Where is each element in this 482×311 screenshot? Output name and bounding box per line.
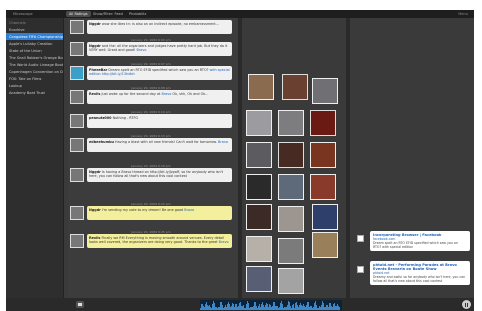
avatar[interactable]	[70, 66, 84, 80]
link-card[interactable]: phtoid.net - Performing Parades at Bravo…	[370, 261, 470, 285]
messages-column[interactable]: Nggdr wow she likes tn: is also on an in…	[68, 18, 238, 298]
message-item: Nggdr wow she likes tn: is also on an in…	[70, 20, 232, 34]
message-author[interactable]: Rexils	[89, 92, 100, 96]
message-author[interactable]: edbeehumbu	[89, 140, 114, 144]
photo-thumbnail[interactable]	[246, 204, 272, 230]
app-window: Microscope All Ratings Show/Filter: Feed…	[6, 10, 474, 311]
message-text: Just woke up for the second day at	[101, 91, 161, 96]
photos-column[interactable]	[242, 18, 346, 298]
message-link[interactable]: Bravo	[137, 48, 147, 52]
sidebar-item[interactable]: Copenhagen Convention on Die	[6, 68, 63, 75]
message-text: I'm sending my vote to my dream! Be one …	[101, 207, 184, 212]
link-title[interactable]: phtoid.net - Performing Parades at Bravo…	[373, 263, 467, 271]
message-item: January 20, 2009 6:22 pm Nggdr I'm sendi…	[70, 202, 232, 220]
photo-thumbnail[interactable]	[278, 238, 304, 264]
message-item: January 20, 2009 6:00 pm Nggdr and the: …	[70, 38, 232, 56]
sidebar-item[interactable]: FOX: Tale on Films	[6, 75, 63, 82]
photo-thumbnail[interactable]	[278, 206, 304, 232]
photo-thumbnail[interactable]	[278, 142, 304, 168]
links-column[interactable]: Incorporating Browser | Facebook faceboo…	[350, 18, 474, 298]
photo-thumbnail[interactable]	[312, 204, 338, 230]
sidebar-item[interactable]: Ecodrive	[6, 26, 63, 33]
avatar[interactable]	[70, 20, 84, 34]
message-link[interactable]: Bravo	[219, 240, 229, 244]
bottom-toolbar	[6, 298, 474, 311]
photo-thumbnail[interactable]	[278, 174, 304, 200]
message-link[interactable]: Bravo	[184, 208, 194, 212]
message-text: and the: all the organizers and judges h…	[89, 43, 228, 52]
message-text: Having a blast with all new friends! Can…	[115, 139, 217, 144]
message-link[interactable]: Bravo	[218, 140, 228, 144]
avatar[interactable]	[70, 114, 84, 128]
photo-thumbnail[interactable]	[246, 142, 272, 168]
photo-thumbnail[interactable]	[248, 74, 274, 100]
app-title: Microscope	[13, 12, 33, 16]
tab-show-filter[interactable]: Show/Filter: Feed	[90, 11, 126, 17]
screen-toggle-button[interactable]	[76, 301, 84, 308]
waveform-bar	[339, 307, 340, 310]
sidebar-item[interactable]: Academy Boat Trust	[6, 89, 63, 96]
sidebar-section-label: Channels	[9, 21, 26, 25]
tab-photoblitz[interactable]: Photoblitz	[126, 11, 149, 17]
photo-thumbnail[interactable]	[278, 110, 304, 136]
message-text: Finally we RM Everything is moving smoot…	[89, 235, 225, 244]
tab-all-ratings[interactable]: All Ratings	[66, 11, 91, 17]
message-author[interactable]: Nggdr	[89, 208, 101, 212]
message-text: wow she likes tn: is also on an indirect…	[101, 21, 219, 26]
avatar[interactable]	[70, 168, 84, 182]
photo-thumbnail[interactable]	[246, 110, 272, 136]
sidebar-item-selected[interactable]: Congolese FIFA Championship	[6, 33, 63, 40]
link-checkbox[interactable]	[357, 235, 364, 242]
sidebar: Channels Ecodrive Congolese FIFA Champio…	[6, 18, 64, 311]
avatar[interactable]	[70, 138, 84, 152]
photo-thumbnail[interactable]	[246, 236, 272, 262]
sidebar-item[interactable]: Apple's Lullaby Creation	[6, 40, 63, 47]
message-text-extra: Ok, shh, Ok and Ok...	[172, 91, 209, 96]
photo-thumbnail[interactable]	[310, 142, 336, 168]
link-snippet: Dream spelt an RTO EFID specified which …	[373, 241, 458, 249]
sidebar-item[interactable]: The Snail Robber's Orange Book	[6, 54, 63, 61]
photo-thumbnail[interactable]	[246, 266, 272, 292]
sidebar-item[interactable]: The World Audio Lineage Book	[6, 61, 63, 68]
message-author[interactable]: Nggdr	[89, 22, 101, 26]
message-item: January 20, 2009 6:18 pm Nggdr Is having…	[70, 164, 232, 182]
message-text: Nothing - RTFG	[112, 115, 139, 120]
message-item: January 20, 2009 6:10 pm peanutz000 Noth…	[70, 110, 232, 128]
photo-thumbnail[interactable]	[310, 174, 336, 200]
photo-thumbnail[interactable]	[282, 74, 308, 100]
message-item: January 20, 2009 6:25 pm Rexils Finally …	[70, 230, 232, 248]
link-snippet: Dreamy and awful so far anybody who isn'…	[373, 275, 466, 283]
message-link[interactable]: Bravo	[161, 92, 171, 96]
link-checkbox[interactable]	[357, 266, 364, 273]
avatar[interactable]	[70, 90, 84, 104]
photo-thumbnail[interactable]	[312, 232, 338, 258]
message-author[interactable]: peanutz000	[89, 116, 112, 120]
title-bar: Microscope All Ratings Show/Filter: Feed…	[6, 10, 474, 18]
avatar[interactable]	[70, 42, 84, 56]
audio-waveform-timeline[interactable]	[200, 300, 342, 310]
avatar[interactable]	[70, 234, 84, 248]
pause-button[interactable]	[462, 300, 471, 309]
message-item: January 20, 2009 6:15 pm edbeehumbu Havi…	[70, 134, 232, 152]
sidebar-item[interactable]: Lookup	[6, 82, 63, 89]
photo-thumbnail[interactable]	[312, 78, 338, 104]
photo-thumbnail[interactable]	[246, 174, 272, 200]
message-item: January 20, 2009 6:07 pm PheeeBar Dream …	[70, 62, 232, 80]
message-item: January 20, 2009 6:08 pm Rexils Just wok…	[70, 86, 232, 104]
photo-thumbnail[interactable]	[278, 268, 304, 294]
sidebar-item[interactable]: State of the Union	[6, 47, 63, 54]
link-card[interactable]: Incorporating Browser | Facebook faceboo…	[370, 231, 470, 251]
avatar[interactable]	[70, 206, 84, 220]
window-menu-button[interactable]: Menu	[458, 11, 468, 17]
photo-thumbnail[interactable]	[310, 110, 336, 136]
message-text: Is having a Bravo thread on http://bit.l…	[89, 169, 223, 178]
